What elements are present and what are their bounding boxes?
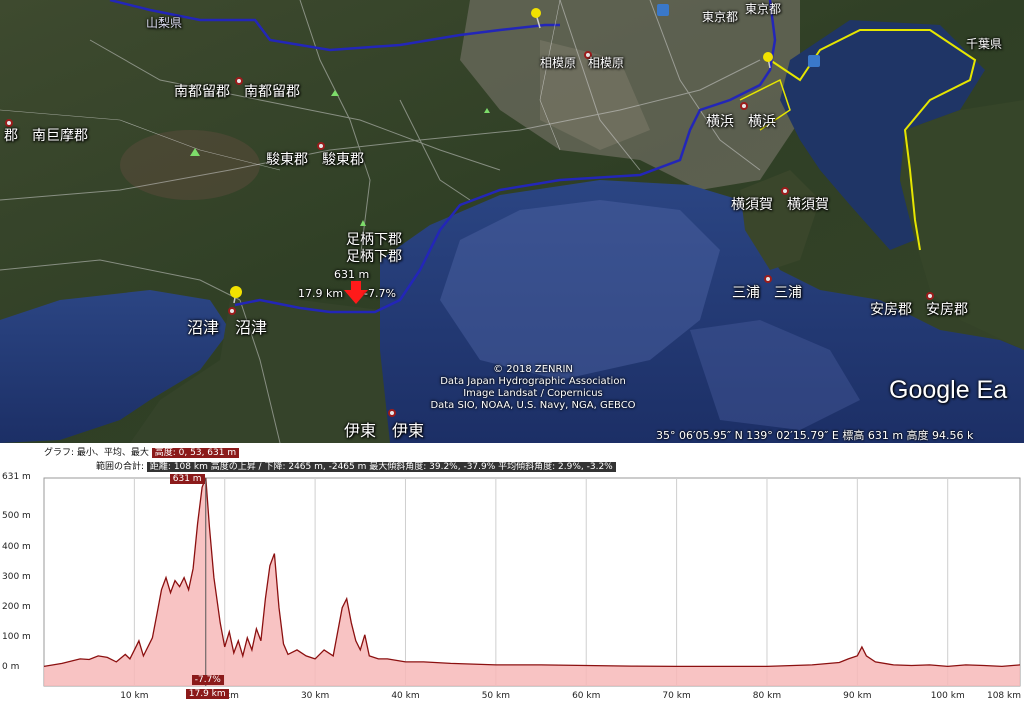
x-tick-label: 10 km [120, 691, 149, 701]
y-tick-label: 200 m [2, 601, 31, 612]
elevation-profile-panel[interactable]: グラフ: 最小、平均、最大 高度: 0, 53, 631 m 範囲の合計: 距離… [0, 443, 1024, 703]
x-tick-label: 70 km [662, 691, 691, 701]
place-label-yamanashi: 山梨県 [146, 16, 183, 30]
cursor-distance-label: 17.9 km [298, 287, 344, 300]
place-label-chiba: 千葉県 [966, 37, 1003, 51]
x-tick-label: 40 km [391, 691, 420, 701]
place-label-numazu: 沼津 沼津 [187, 318, 268, 337]
place-label-ashigarashimo-2: 足柄下郡 [346, 249, 402, 265]
elevation-chart[interactable] [0, 443, 1024, 703]
x-tick-label: 50 km [481, 691, 510, 701]
status-bar: 35° 06′05.95″ N 139° 02′15.79″ E 標高 631 … [656, 429, 974, 442]
x-tick-label: 100 km [930, 691, 965, 701]
x-tick-label: 108 km [986, 691, 1022, 701]
x-tick-label: 90 km [843, 691, 872, 701]
place-label-sagamihara: 相模原 相模原 [540, 56, 625, 70]
y-tick-label: 0 m [2, 661, 20, 672]
place-label-yokosuka: 横須賀 横須賀 [731, 197, 829, 213]
y-tick-label: 100 m [2, 631, 31, 642]
y-tick-label: 400 m [2, 541, 31, 552]
airport-icon [808, 55, 820, 67]
x-tick-label: 60 km [572, 691, 601, 701]
cursor-distance-box: 17.9 km [185, 689, 229, 699]
x-tick-label: 30 km [300, 691, 330, 701]
y-tick-label: 300 m [2, 571, 31, 582]
place-label-ito: 伊東 伊東 [344, 421, 425, 440]
place-label-awa: 安房郡 安房郡 [870, 302, 968, 318]
place-label-minamitsuru: 南都留郡 南都留郡 [174, 84, 300, 100]
map-credits: © 2018 ZENRIN Data Japan Hydrographic As… [430, 364, 636, 411]
place-label-tokyo-2: 東京都 [745, 2, 782, 16]
x-tick-label: 80 km [752, 691, 782, 701]
google-earth-logo: Google Ea [889, 376, 1008, 404]
y-tick-label: 500 m [2, 511, 31, 522]
place-label-minamikoma: 郡 南巨摩郡 [4, 128, 88, 144]
map-view[interactable]: 山梨県 東京都 東京都 千葉県 相模原 相模原 南都留郡 南都留郡 郡 南巨摩郡… [0, 0, 1024, 443]
place-label-yokohama: 横浜 横浜 [706, 114, 776, 130]
cursor-grade-box: -7.7% [191, 675, 224, 685]
airport-icon [657, 4, 669, 16]
y-tick-label: 631 m [2, 472, 31, 482]
place-label-tokyo: 東京都 [702, 10, 739, 24]
cursor-grade-label: -7.7% [364, 287, 396, 300]
cursor-elevation-label: 631 m [334, 268, 370, 281]
place-label-sunto: 駿東郡 駿東郡 [266, 152, 364, 168]
cursor-elevation-box: 631 m [169, 474, 205, 484]
place-label-miura: 三浦 三浦 [732, 285, 802, 301]
